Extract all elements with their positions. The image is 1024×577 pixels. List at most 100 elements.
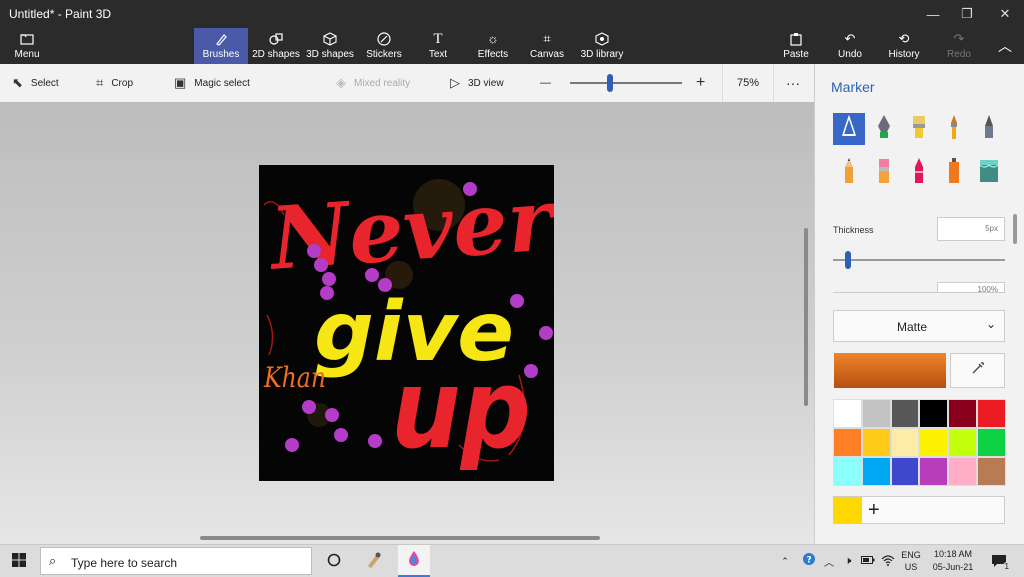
- thickness-input[interactable]: 5px: [937, 217, 1005, 241]
- opacity-slider-track[interactable]: [833, 292, 1005, 293]
- start-button[interactable]: [4, 545, 34, 577]
- tab-2d-shapes[interactable]: 2D shapes: [250, 28, 302, 64]
- tab-text[interactable]: T Text: [420, 28, 456, 64]
- color-swatch[interactable]: [948, 399, 977, 428]
- tab-effects[interactable]: ☼ Effects: [474, 28, 512, 64]
- taskbar-search[interactable]: ⌕ Type here to search: [40, 547, 312, 575]
- zoom-slider-track[interactable]: [570, 82, 682, 84]
- zoom-value: 75%: [736, 77, 760, 89]
- magic-select-label: Magic select: [194, 77, 250, 89]
- color-swatch[interactable]: [948, 428, 977, 457]
- color-swatch[interactable]: [833, 428, 862, 457]
- svg-text:?: ?: [807, 555, 812, 565]
- tool-crayon[interactable]: [903, 157, 935, 189]
- taskbar-app-paint3d[interactable]: [398, 545, 430, 577]
- sticker-icon: [377, 32, 391, 46]
- maximize-button[interactable]: ❐: [948, 0, 986, 28]
- tool-pencil[interactable]: [833, 157, 865, 189]
- tool-eraser[interactable]: [868, 157, 900, 189]
- vertical-scrollbar[interactable]: [804, 228, 808, 406]
- color-swatch[interactable]: [890, 399, 920, 428]
- zoom-out-button[interactable]: —: [540, 64, 551, 102]
- up-text: up: [391, 345, 531, 473]
- tool-watercolor[interactable]: [938, 113, 970, 145]
- more-button[interactable]: ···: [786, 64, 800, 102]
- finish-dropdown[interactable]: Matte ⌄: [833, 310, 1005, 342]
- tool-calligraphy-pen[interactable]: [833, 113, 865, 145]
- custom-color-swatch[interactable]: [834, 497, 862, 523]
- eyedropper-button[interactable]: [950, 353, 1005, 388]
- tab-canvas[interactable]: ⌗ Canvas: [528, 28, 566, 64]
- color-swatch[interactable]: [890, 428, 920, 457]
- tab-brushes[interactable]: Brushes: [194, 28, 248, 64]
- undo-button[interactable]: ↶ Undo: [834, 28, 866, 64]
- color-swatch[interactable]: [833, 457, 862, 486]
- zoom-level[interactable]: 75%: [722, 64, 774, 102]
- tab-3d-library[interactable]: 3D library: [578, 28, 626, 64]
- marker-panel: Marker Thickness 5px 100% Matte ⌄ +: [814, 64, 1024, 544]
- app-icon: [365, 551, 383, 572]
- taskbar-app-photos[interactable]: [358, 545, 390, 577]
- tool-oil-brush[interactable]: [903, 113, 935, 145]
- color-swatch[interactable]: [861, 399, 891, 428]
- history-button[interactable]: ⟲ History: [886, 28, 922, 64]
- color-swatch[interactable]: [919, 457, 949, 486]
- notification-center-button[interactable]: 1: [986, 545, 1012, 577]
- paste-button[interactable]: Paste: [780, 28, 812, 64]
- magic-select-button[interactable]: ▣ Magic select: [174, 64, 250, 102]
- horizontal-scrollbar[interactable]: [200, 536, 600, 540]
- close-button[interactable]: ✕: [986, 0, 1024, 28]
- thickness-slider-track[interactable]: [833, 259, 1005, 261]
- color-swatch[interactable]: [890, 457, 920, 486]
- tool-spray-can[interactable]: [938, 157, 970, 189]
- color-swatch[interactable]: [948, 457, 977, 486]
- redo-button[interactable]: ↷ Redo: [944, 28, 974, 64]
- tool-fill-bucket[interactable]: [973, 157, 1005, 189]
- color-swatch[interactable]: [976, 428, 1006, 457]
- thickness-slider-thumb[interactable]: [844, 251, 851, 269]
- mixed-reality-button[interactable]: ◈ Mixed reality: [336, 64, 410, 102]
- add-color-button[interactable]: +: [868, 499, 880, 521]
- battery-button[interactable]: [860, 545, 876, 577]
- color-swatch[interactable]: [976, 399, 1006, 428]
- select-button[interactable]: ⬉ Select: [12, 64, 59, 102]
- help-icon[interactable]: ?: [800, 545, 820, 577]
- tab-3d-shapes[interactable]: 3D shapes: [304, 28, 356, 64]
- language-indicator[interactable]: ENG US: [900, 545, 922, 577]
- pencil-icon: [838, 157, 860, 190]
- drawing-canvas[interactable]: Never give Khan up: [259, 165, 561, 481]
- 3d-view-button[interactable]: ▷ 3D view: [450, 64, 504, 102]
- crop-button[interactable]: ⌗ Crop: [96, 64, 133, 102]
- tool-pixel-pen[interactable]: [973, 113, 1005, 145]
- task-view-button[interactable]: [320, 545, 348, 577]
- close-icon: ✕: [999, 6, 1011, 21]
- tool-ink-pen[interactable]: [868, 113, 900, 145]
- zoom-slider-thumb[interactable]: [607, 74, 613, 92]
- network-button[interactable]: [880, 545, 896, 577]
- ribbon: Menu Brushes 2D shapes 3D shapes Sticker…: [0, 28, 1024, 64]
- color-swatch[interactable]: [976, 457, 1006, 486]
- color-swatch[interactable]: [833, 399, 862, 428]
- show-hidden-icons-button[interactable]: ︿: [822, 545, 836, 577]
- crop-label: Crop: [111, 77, 134, 89]
- minimize-button[interactable]: —: [914, 0, 952, 28]
- collapse-ribbon-button[interactable]: ︿: [992, 28, 1018, 64]
- color-swatch[interactable]: [861, 428, 891, 457]
- clock[interactable]: 10:18 AM 05-Jun-21: [926, 545, 980, 577]
- menu-button[interactable]: Menu: [6, 28, 48, 64]
- color-swatch[interactable]: [861, 457, 891, 486]
- notification-count: 1: [1002, 562, 1011, 571]
- opacity-input[interactable]: 100%: [937, 282, 1005, 292]
- tab-stickers[interactable]: Stickers: [362, 28, 406, 64]
- text-icon: T: [433, 31, 443, 47]
- tab-label: Canvas: [530, 49, 564, 60]
- color-swatch[interactable]: [919, 399, 949, 428]
- tray-overflow-button[interactable]: ⌃: [778, 545, 792, 577]
- volume-button[interactable]: 🕨: [840, 545, 856, 577]
- menu-label: Menu: [14, 49, 40, 60]
- panel-scrollbar[interactable]: [1013, 214, 1017, 244]
- color-swatch[interactable]: [919, 428, 949, 457]
- pixel-pen-icon: [978, 114, 1000, 145]
- current-color-swatch[interactable]: [834, 353, 946, 388]
- zoom-in-button[interactable]: +: [696, 64, 705, 102]
